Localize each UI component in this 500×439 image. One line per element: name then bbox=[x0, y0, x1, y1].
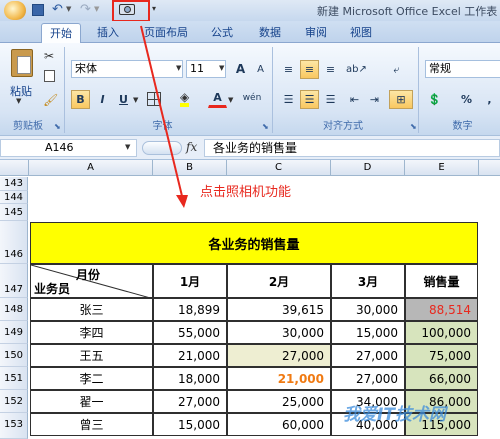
header-month-1[interactable]: 1月 bbox=[153, 264, 227, 298]
month-2-cell[interactable]: 30,000 bbox=[227, 321, 331, 344]
month-3-cell[interactable]: 15,000 bbox=[331, 321, 405, 344]
month-2-cell[interactable]: 27,000 bbox=[227, 344, 331, 367]
corner-header-salesperson: 业务员 bbox=[34, 282, 71, 296]
total-cell[interactable]: 100,000 bbox=[405, 321, 478, 344]
month-3-cell[interactable]: 27,000 bbox=[331, 344, 405, 367]
corner-header-month: 月份 bbox=[76, 268, 101, 282]
month-2-cell[interactable]: 21,000 bbox=[227, 367, 331, 390]
salesperson-cell[interactable]: 李二 bbox=[30, 367, 153, 390]
salesperson-cell[interactable]: 曾三 bbox=[30, 413, 153, 436]
month-2-cell[interactable]: 25,000 bbox=[227, 390, 331, 413]
table-title[interactable]: 各业务的销售量 bbox=[30, 222, 478, 264]
salesperson-cell[interactable]: 张三 bbox=[30, 298, 153, 321]
month-3-cell[interactable]: 27,000 bbox=[331, 367, 405, 390]
header-month-2[interactable]: 2月 bbox=[227, 264, 331, 298]
watermark: 我爱IT技术网 bbox=[343, 405, 446, 425]
salesperson-cell[interactable]: 翟一 bbox=[30, 390, 153, 413]
header-month-3[interactable]: 3月 bbox=[331, 264, 405, 298]
month-2-cell[interactable]: 60,000 bbox=[227, 413, 331, 436]
total-cell[interactable]: 66,000 bbox=[405, 367, 478, 390]
month-1-cell[interactable]: 55,000 bbox=[153, 321, 227, 344]
month-1-cell[interactable]: 18,000 bbox=[153, 367, 227, 390]
month-3-cell[interactable]: 30,000 bbox=[331, 298, 405, 321]
month-2-cell[interactable]: 39,615 bbox=[227, 298, 331, 321]
month-1-cell[interactable]: 18,899 bbox=[153, 298, 227, 321]
month-1-cell[interactable]: 27,000 bbox=[153, 390, 227, 413]
header-total[interactable]: 销售量 bbox=[405, 264, 478, 298]
salesperson-cell[interactable]: 王五 bbox=[30, 344, 153, 367]
total-cell[interactable]: 88,514 bbox=[405, 298, 478, 321]
salesperson-cell[interactable]: 李四 bbox=[30, 321, 153, 344]
month-1-cell[interactable]: 15,000 bbox=[153, 413, 227, 436]
corner-header[interactable]: 月份 业务员 bbox=[30, 264, 154, 299]
month-1-cell[interactable]: 21,000 bbox=[153, 344, 227, 367]
total-cell[interactable]: 75,000 bbox=[405, 344, 478, 367]
